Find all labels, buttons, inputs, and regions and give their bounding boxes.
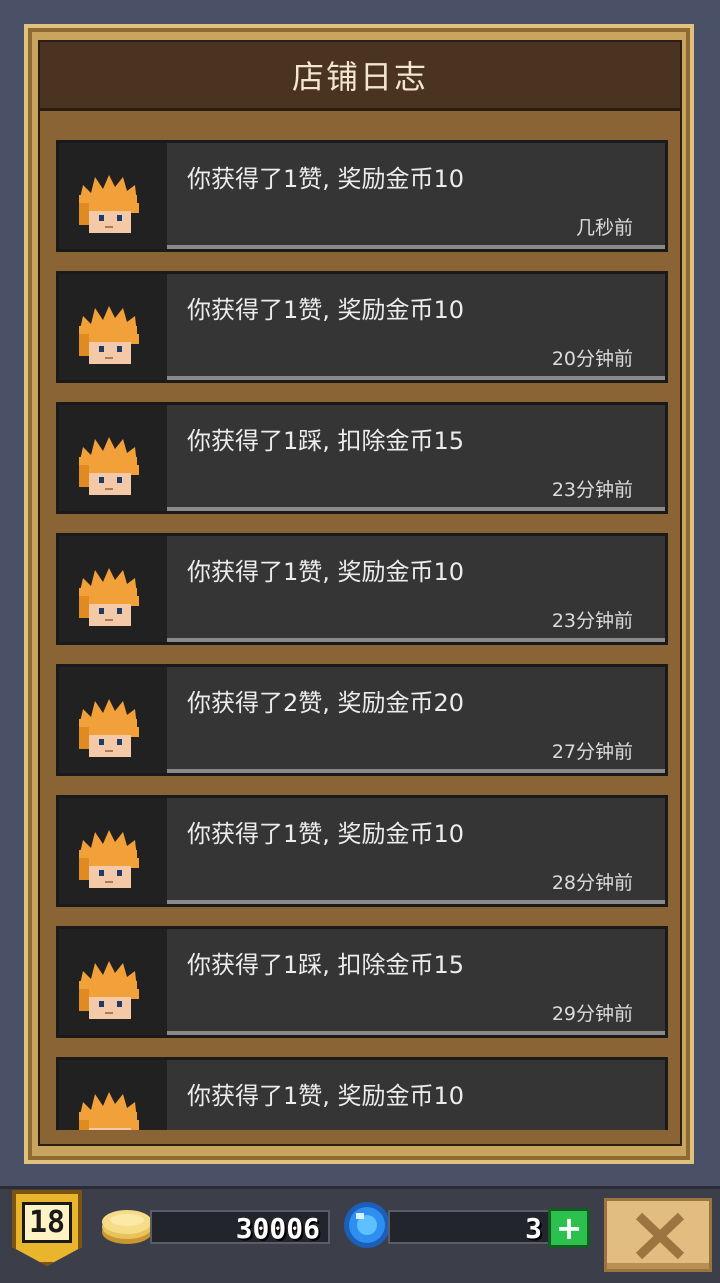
log-entry-time: 27分钟前 — [551, 741, 633, 763]
coin-value: 30006 — [235, 1212, 320, 1245]
avatar-icon — [79, 699, 139, 757]
log-entry-text: 你获得了1赞, 奖励金币10 — [187, 1082, 465, 1110]
avatar-icon — [79, 830, 139, 888]
log-entry-text: 你获得了1赞, 奖励金币10 — [187, 296, 465, 324]
avatar-icon — [79, 961, 139, 1019]
avatar — [59, 143, 167, 249]
log-entry-text: 你获得了1踩, 扣除金币15 — [187, 951, 465, 979]
log-entry: 你获得了1赞, 奖励金币10 几秒前 — [56, 140, 668, 252]
log-entry: 你获得了1赞, 奖励金币10 20分钟前 — [56, 271, 668, 383]
gem-counter: 3 — [388, 1210, 552, 1245]
coin-counter: 30006 — [150, 1210, 330, 1245]
avatar-icon — [79, 175, 139, 233]
avatar — [59, 274, 167, 380]
title-bar: 店铺日志 — [40, 42, 680, 111]
close-button[interactable] — [604, 1198, 712, 1272]
log-entry: 你获得了1踩, 扣除金币15 23分钟前 — [56, 402, 668, 514]
gem-value: 3 — [525, 1212, 542, 1245]
avatar — [59, 536, 167, 642]
add-gems-button[interactable]: + — [548, 1208, 590, 1248]
log-entry-text: 你获得了1赞, 奖励金币10 — [187, 165, 465, 193]
shop-log-content: 店铺日志 你获得了1赞, 奖励金币10 几秒前 你获得了1赞, 奖励金币10 20分… — [38, 40, 682, 1146]
gem-icon — [344, 1202, 390, 1248]
coin-icon — [102, 1210, 152, 1244]
avatar — [59, 798, 167, 904]
avatar — [59, 1060, 167, 1130]
log-entry-text: 你获得了1赞, 奖励金币10 — [187, 820, 465, 848]
log-entry: 你获得了1赞, 奖励金币10 — [56, 1057, 668, 1130]
level-value: 18 — [21, 1202, 73, 1243]
log-entry-time: 28分钟前 — [551, 872, 633, 894]
log-entry-time: 几秒前 — [575, 217, 633, 239]
avatar — [59, 405, 167, 511]
avatar-icon — [79, 568, 139, 626]
log-entry-text: 你获得了1赞, 奖励金币10 — [187, 558, 465, 586]
avatar — [59, 667, 167, 773]
log-entry: 你获得了1踩, 扣除金币15 29分钟前 — [56, 926, 668, 1038]
avatar-icon — [79, 1092, 139, 1130]
log-entry-time: 29分钟前 — [551, 1003, 633, 1025]
log-entry-text: 你获得了2赞, 奖励金币20 — [187, 689, 465, 717]
log-entry-time: 23分钟前 — [551, 610, 633, 632]
avatar-icon — [79, 437, 139, 495]
log-entry-time: 20分钟前 — [551, 348, 633, 370]
log-entry: 你获得了1赞, 奖励金币10 23分钟前 — [56, 533, 668, 645]
close-icon — [635, 1212, 685, 1260]
avatar-icon — [79, 306, 139, 364]
log-entry-time: 23分钟前 — [551, 479, 633, 501]
log-entry: 你获得了1赞, 奖励金币10 28分钟前 — [56, 795, 668, 907]
panel-title: 店铺日志 — [291, 58, 428, 96]
log-entry-text: 你获得了1踩, 扣除金币15 — [187, 427, 465, 455]
log-entry: 你获得了2赞, 奖励金币20 27分钟前 — [56, 664, 668, 776]
avatar — [59, 929, 167, 1035]
log-list[interactable]: 你获得了1赞, 奖励金币10 几秒前 你获得了1赞, 奖励金币10 20分钟前 你获… — [56, 140, 668, 1130]
